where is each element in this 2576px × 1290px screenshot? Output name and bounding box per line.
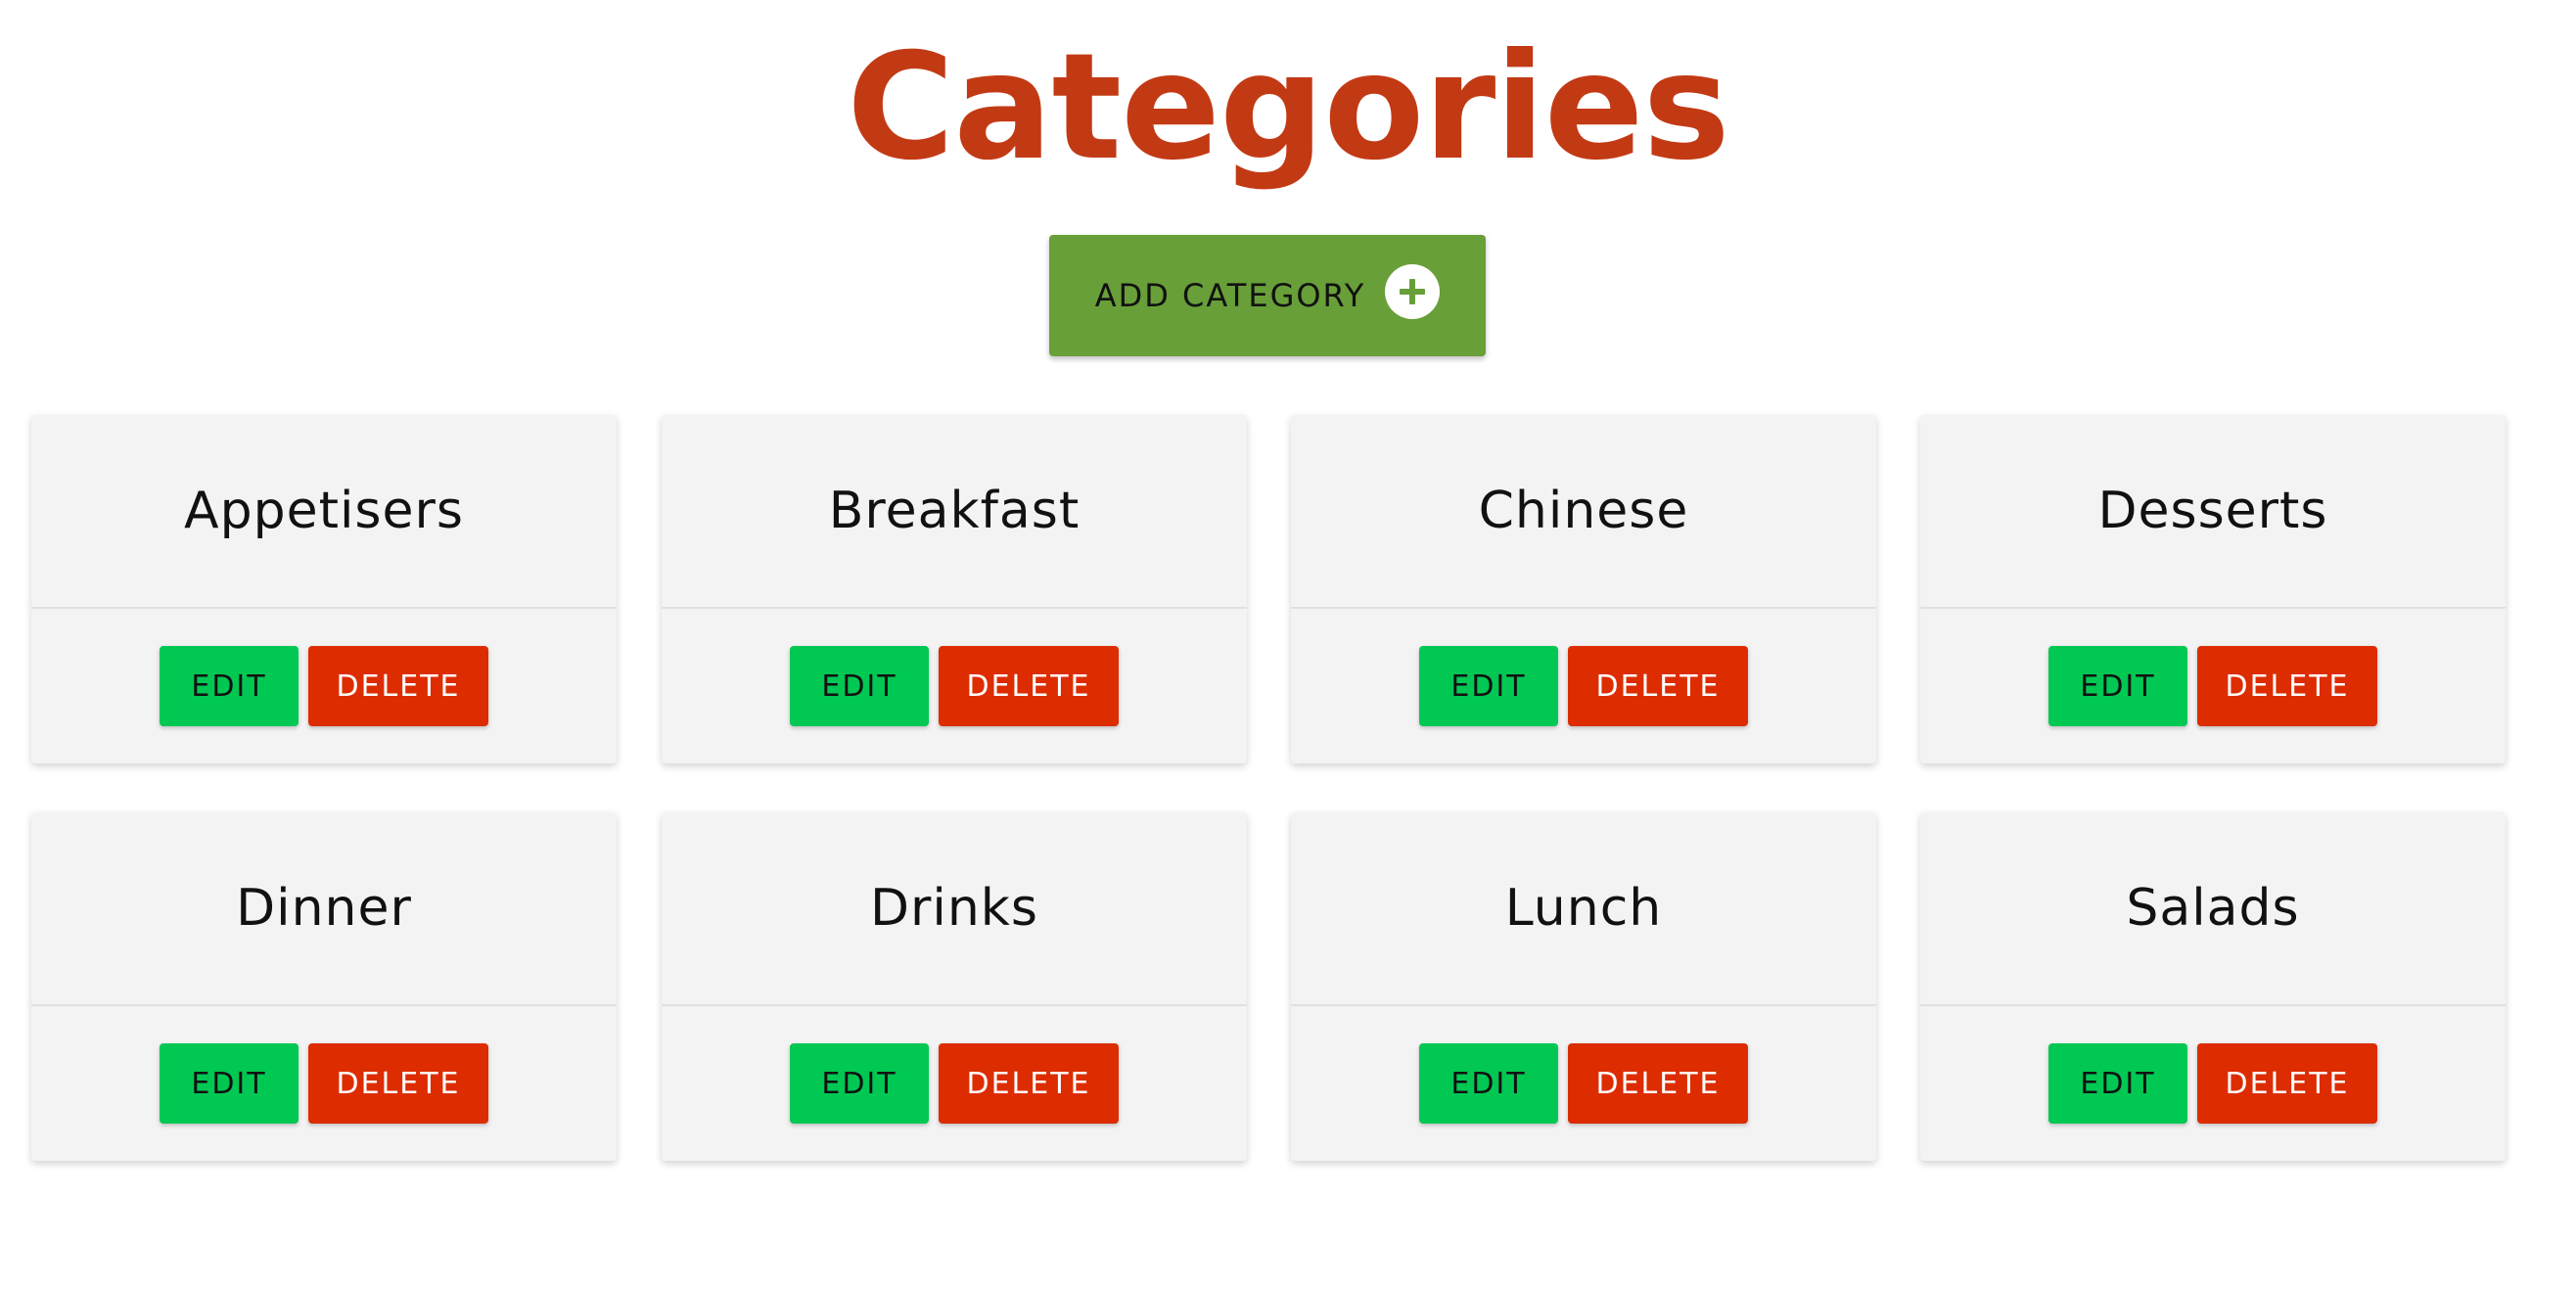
category-card-breakfast: Breakfast EDIT DELETE	[662, 415, 1247, 763]
category-card-dinner: Dinner EDIT DELETE	[31, 812, 617, 1161]
edit-button[interactable]: EDIT	[2048, 646, 2187, 726]
card-actions: EDIT DELETE	[31, 646, 617, 726]
card-actions: EDIT DELETE	[662, 646, 1247, 726]
delete-button[interactable]: DELETE	[939, 646, 1119, 726]
add-category-button[interactable]: ADD CATEGORY	[1049, 235, 1486, 356]
edit-button[interactable]: EDIT	[2048, 1043, 2187, 1124]
card-divider	[1291, 1004, 1876, 1006]
category-card-lunch: Lunch EDIT DELETE	[1291, 812, 1876, 1161]
card-divider	[31, 607, 617, 609]
add-category-label: ADD CATEGORY	[1094, 277, 1366, 314]
delete-button[interactable]: DELETE	[1568, 646, 1748, 726]
category-name: Salads	[2126, 879, 2300, 938]
category-card-appetisers: Appetisers EDIT DELETE	[31, 415, 617, 763]
card-divider	[1920, 1004, 2506, 1006]
card-actions: EDIT DELETE	[1920, 1043, 2506, 1124]
edit-button[interactable]: EDIT	[1419, 646, 1558, 726]
card-actions: EDIT DELETE	[1920, 646, 2506, 726]
card-actions: EDIT DELETE	[31, 1043, 617, 1124]
card-divider	[31, 1004, 617, 1006]
edit-button[interactable]: EDIT	[790, 1043, 929, 1124]
delete-button[interactable]: DELETE	[1568, 1043, 1748, 1124]
category-name: Breakfast	[828, 482, 1081, 540]
delete-button[interactable]: DELETE	[939, 1043, 1119, 1124]
category-name: Lunch	[1504, 879, 1663, 938]
card-actions: EDIT DELETE	[1291, 646, 1876, 726]
category-name: Drinks	[869, 879, 1039, 938]
category-name: Dinner	[236, 879, 412, 938]
card-divider	[1920, 607, 2506, 609]
category-card-salads: Salads EDIT DELETE	[1920, 812, 2506, 1161]
category-name: Appetisers	[184, 482, 464, 540]
page: Categories ADD CATEGORY Appetisers EDIT …	[0, 0, 2576, 1290]
page-title: Categories	[847, 23, 1730, 193]
card-divider	[1291, 607, 1876, 609]
edit-button[interactable]: EDIT	[1419, 1043, 1558, 1124]
edit-button[interactable]: EDIT	[790, 646, 929, 726]
delete-button[interactable]: DELETE	[2197, 646, 2377, 726]
card-divider	[662, 1004, 1247, 1006]
card-actions: EDIT DELETE	[662, 1043, 1247, 1124]
plus-circle-icon	[1385, 264, 1441, 319]
category-card-drinks: Drinks EDIT DELETE	[662, 812, 1247, 1161]
card-actions: EDIT DELETE	[1291, 1043, 1876, 1124]
category-card-chinese: Chinese EDIT DELETE	[1291, 415, 1876, 763]
edit-button[interactable]: EDIT	[160, 1043, 299, 1124]
category-card-desserts: Desserts EDIT DELETE	[1920, 415, 2506, 763]
edit-button[interactable]: EDIT	[160, 646, 299, 726]
delete-button[interactable]: DELETE	[2197, 1043, 2377, 1124]
delete-button[interactable]: DELETE	[308, 1043, 488, 1124]
card-divider	[662, 607, 1247, 609]
category-name: Desserts	[2097, 482, 2328, 540]
delete-button[interactable]: DELETE	[308, 646, 488, 726]
category-name: Chinese	[1478, 482, 1689, 540]
